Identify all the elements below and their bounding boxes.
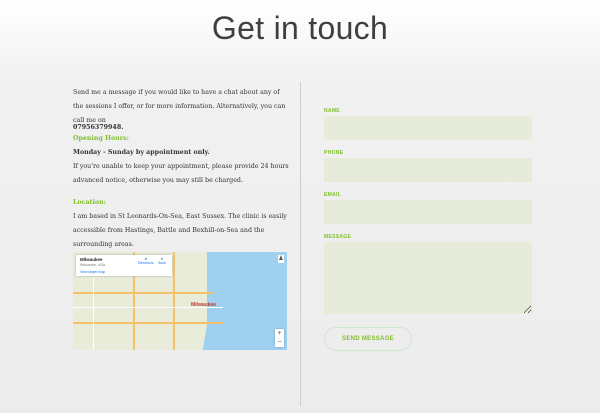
page-title: Get in touch	[211, 10, 389, 46]
column-divider	[300, 82, 301, 406]
contact-info: Send me a message if you would like to h…	[73, 86, 291, 252]
directions-link[interactable]: ⬈ Directions	[138, 257, 154, 265]
phone-number: 07956379948.	[73, 124, 124, 131]
message-field[interactable]	[324, 242, 532, 314]
send-message-button[interactable]: SEND MESSAGE	[324, 327, 412, 351]
map-place-name: Milwaukee	[80, 257, 103, 262]
opening-hours-days: Monday - Sunday by appointment only.	[73, 149, 210, 156]
name-field[interactable]	[324, 116, 532, 140]
phone-field[interactable]	[324, 158, 532, 182]
zoom-control: + −	[275, 329, 284, 347]
email-field[interactable]	[324, 200, 532, 224]
contact-form: NAME PHONE EMAIL MESSAGE	[324, 108, 532, 324]
location-heading: Location:	[73, 199, 106, 206]
name-label: NAME	[324, 108, 340, 114]
zoom-out-button[interactable]: −	[275, 338, 284, 347]
map-city-label: Milwaukee	[191, 302, 217, 308]
map-address: Wisconsin, USA	[80, 263, 106, 267]
embedded-map[interactable]: Milwaukee Milwaukee Wisconsin, USA View …	[73, 252, 287, 350]
intro-text: Send me a message if you would like to h…	[73, 89, 286, 124]
phone-label: PHONE	[324, 150, 344, 156]
pegman-icon[interactable]: ♟	[278, 255, 284, 263]
view-larger-map-link[interactable]: View larger map	[80, 270, 105, 274]
message-label: MESSAGE	[324, 234, 352, 240]
save-link[interactable]: ★ Save	[158, 257, 166, 265]
location-text: I am based in St Leonards-On-Sea, East S…	[73, 213, 287, 248]
opening-hours-heading: Opening Hours:	[73, 135, 129, 142]
zoom-in-button[interactable]: +	[275, 329, 284, 338]
map-place-card: Milwaukee Wisconsin, USA View larger map…	[76, 255, 172, 276]
opening-hours-note: If you're unable to keep your appointmen…	[73, 163, 289, 184]
email-label: EMAIL	[324, 192, 342, 198]
